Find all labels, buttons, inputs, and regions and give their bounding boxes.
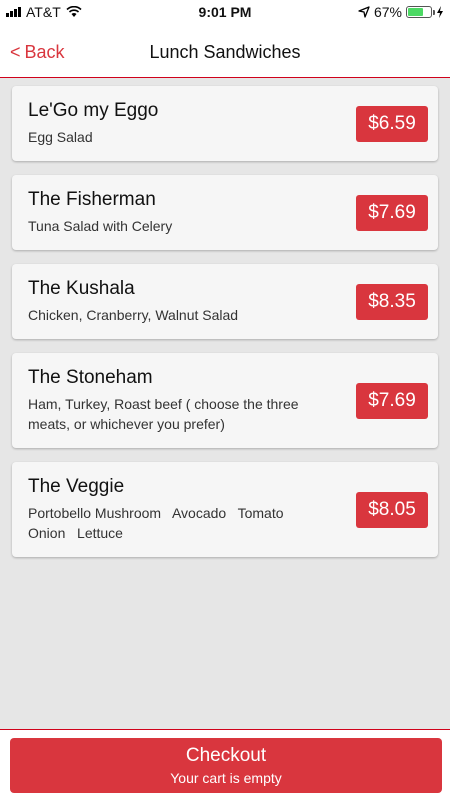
carrier-label: AT&T: [26, 4, 61, 20]
page-title: Lunch Sandwiches: [149, 42, 301, 62]
item-description: Portobello Mushroom Avocado Tomato Onion…: [28, 505, 296, 541]
item-description: Chicken, Cranberry, Walnut Salad: [28, 307, 239, 323]
item-description: Ham, Turkey, Roast beef ( choose the thr…: [28, 396, 299, 432]
menu-item[interactable]: The Veggie Portobello Mushroom Avocado T…: [12, 462, 438, 557]
chevron-left-icon: <: [10, 42, 21, 62]
signal-icon: [6, 7, 21, 17]
price-button[interactable]: $7.69: [356, 194, 428, 231]
menu-item[interactable]: The Fisherman Tuna Salad with Celery $7.…: [12, 175, 438, 250]
nav-bar: < Back Lunch Sandwiches: [0, 24, 450, 78]
item-name: The Fisherman: [28, 189, 156, 210]
menu-item[interactable]: The Kushala Chicken, Cranberry, Walnut S…: [12, 264, 438, 339]
status-right: 67%: [358, 4, 444, 20]
item-name: The Stoneham: [28, 367, 153, 388]
item-description: Egg Salad: [28, 129, 93, 145]
item-name: The Kushala: [28, 278, 135, 299]
checkout-bar: Checkout Your cart is empty: [0, 729, 450, 800]
price-button[interactable]: $8.05: [356, 491, 428, 528]
location-arrow-icon: [358, 6, 370, 18]
checkout-button[interactable]: Checkout Your cart is empty: [10, 738, 442, 793]
back-label: Back: [24, 42, 65, 62]
price-button[interactable]: $8.35: [356, 283, 428, 320]
back-button[interactable]: < Back: [10, 42, 65, 63]
status-left: AT&T: [6, 4, 82, 20]
wifi-icon: [66, 6, 82, 17]
item-description: Tuna Salad with Celery: [28, 218, 173, 234]
checkout-label: Checkout: [185, 745, 267, 766]
battery-percent: 67%: [373, 4, 402, 20]
cart-status: Your cart is empty: [170, 770, 282, 786]
menu-item[interactable]: Le'Go my Eggo Egg Salad $6.59: [12, 86, 438, 161]
sandwich-list: Le'Go my Eggo Egg Salad $6.59 The Fisher…: [12, 86, 438, 571]
battery-icon: [406, 6, 435, 18]
battery-fill: [408, 8, 423, 16]
status-bar: AT&T 9:01 PM 67%: [0, 0, 450, 24]
item-name: The Veggie: [28, 476, 125, 497]
menu-item[interactable]: The Stoneham Ham, Turkey, Roast beef ( c…: [12, 353, 438, 448]
charging-bolt-icon: [437, 6, 443, 18]
price-button[interactable]: $7.69: [356, 382, 428, 419]
item-name: Le'Go my Eggo: [28, 100, 159, 121]
price-button[interactable]: $6.59: [356, 105, 428, 142]
